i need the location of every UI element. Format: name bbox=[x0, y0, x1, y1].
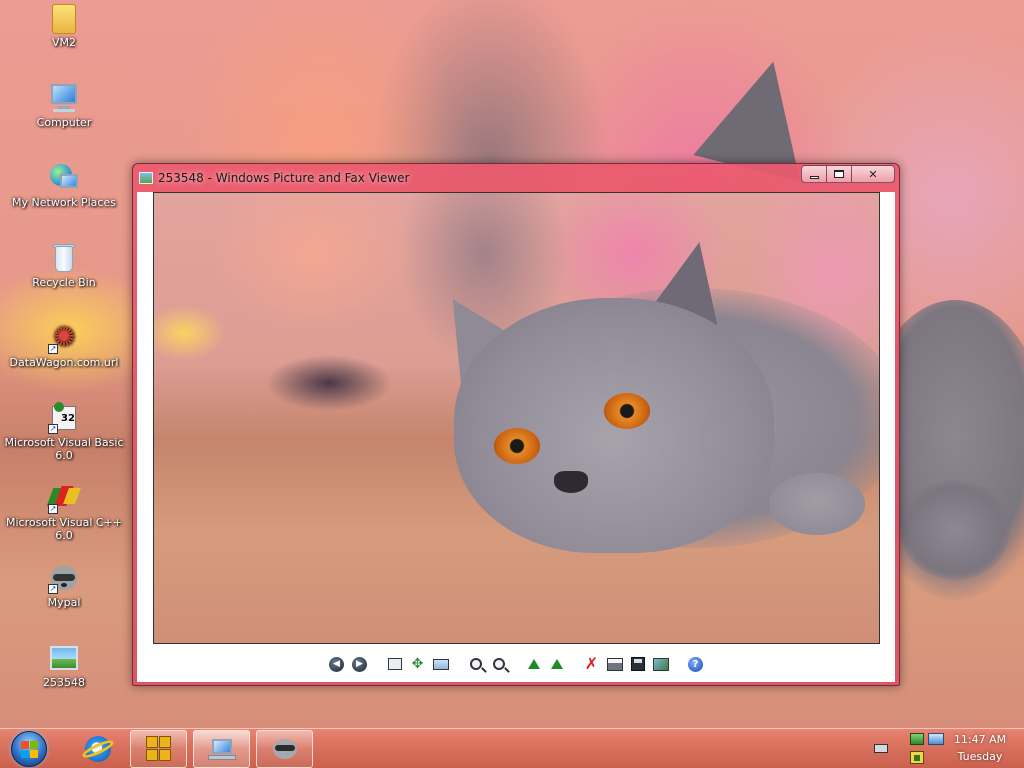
viewer-toolbar: ◀ ▶ ✥ ✗ ? bbox=[137, 652, 895, 676]
recycle-bin-icon bbox=[48, 242, 80, 274]
wallpaper-cat-paw bbox=[900, 480, 1010, 580]
clock-day: Tuesday bbox=[957, 750, 1003, 763]
computer-icon bbox=[48, 82, 80, 114]
desktop: VM2 Computer My Network Places Recycle B… bbox=[0, 0, 1024, 728]
slide-show-button[interactable] bbox=[432, 655, 450, 673]
image-cat-eye-left bbox=[494, 428, 540, 464]
delete-icon: ✗ bbox=[584, 654, 599, 673]
help-button[interactable]: ? bbox=[687, 655, 705, 673]
action-center-icon[interactable] bbox=[910, 751, 924, 764]
maximize-button[interactable] bbox=[826, 165, 851, 183]
picture-file-icon bbox=[48, 642, 80, 674]
visual-cpp-icon: ↗ bbox=[46, 482, 81, 514]
window-title: 253548 - Windows Picture and Fax Viewer bbox=[158, 171, 410, 185]
previous-image-button[interactable]: ◀ bbox=[328, 655, 346, 673]
task-button-mypal[interactable] bbox=[256, 730, 313, 768]
desktop-icon-253548[interactable]: 253548 bbox=[2, 642, 126, 689]
start-button[interactable] bbox=[11, 731, 47, 767]
zoom-in-button[interactable] bbox=[467, 655, 485, 673]
minimize-icon bbox=[809, 175, 819, 179]
desktop-icon-visual-cpp[interactable]: ↗ Microsoft Visual C++ 6.0 bbox=[2, 482, 126, 542]
vmware-icon bbox=[145, 736, 172, 762]
image-cat-paw bbox=[769, 473, 865, 535]
print-button[interactable] bbox=[606, 655, 624, 673]
slide-show-icon bbox=[432, 658, 449, 670]
delete-button[interactable]: ✗ bbox=[583, 655, 601, 673]
desktop-icon-mypal[interactable]: ↗ Mypal bbox=[2, 562, 126, 609]
display-icon[interactable] bbox=[928, 733, 944, 745]
edit-image-icon bbox=[652, 657, 669, 671]
keyboard-icon[interactable] bbox=[874, 744, 888, 753]
viewer-client-area: ◀ ▶ ✥ ✗ ? bbox=[137, 192, 895, 682]
next-icon: ▶ bbox=[352, 656, 367, 672]
zoom-out-icon bbox=[492, 658, 505, 670]
network-places-icon bbox=[48, 162, 80, 194]
desktop-icon-label: My Network Places bbox=[12, 196, 116, 209]
desktop-icon-visual-basic[interactable]: 32 ↗ Microsoft Visual Basic 6.0 bbox=[2, 402, 126, 462]
image-cat-eye-right bbox=[604, 393, 650, 429]
internet-explorer-icon bbox=[80, 736, 116, 762]
desktop-icon-label: Mypal bbox=[47, 596, 81, 609]
desktop-icon-label: Recycle Bin bbox=[32, 276, 96, 289]
picture-viewer-icon bbox=[139, 171, 153, 185]
actual-size-icon: ✥ bbox=[411, 656, 424, 672]
desktop-icon-recycle-bin[interactable]: Recycle Bin bbox=[2, 242, 126, 289]
rotate-counterclockwise-button[interactable] bbox=[548, 655, 566, 673]
computer-icon bbox=[207, 737, 236, 761]
displayed-image[interactable] bbox=[153, 192, 880, 644]
wallpaper-cat-ear bbox=[693, 48, 827, 182]
close-button[interactable]: ✕ bbox=[851, 165, 895, 183]
desktop-icon-label: DataWagon.com.url bbox=[9, 356, 119, 369]
desktop-icon-vm2[interactable]: VM2 bbox=[2, 4, 126, 49]
best-fit-icon bbox=[387, 658, 402, 670]
desktop-icon-label: Computer bbox=[36, 116, 92, 129]
visual-basic-icon: 32 ↗ bbox=[48, 402, 80, 434]
picture-viewer-window[interactable]: 253548 - Windows Picture and Fax Viewer … bbox=[132, 163, 900, 686]
close-icon: ✕ bbox=[868, 167, 878, 181]
zoom-in-icon bbox=[469, 658, 482, 670]
actual-size-button[interactable]: ✥ bbox=[409, 655, 427, 673]
desktop-icon-label: Microsoft Visual Basic 6.0 bbox=[4, 436, 124, 462]
task-button-vmware[interactable] bbox=[130, 730, 187, 768]
taskbar: 11:47 AM Tuesday bbox=[0, 728, 1024, 768]
desktop-icon-label: 253548 bbox=[43, 676, 85, 689]
clock[interactable]: 11:47 AM Tuesday bbox=[944, 731, 1016, 765]
zoom-out-button[interactable] bbox=[490, 655, 508, 673]
help-icon: ? bbox=[688, 656, 703, 672]
raccoon-icon bbox=[272, 737, 298, 761]
maximize-icon bbox=[834, 170, 844, 178]
copy-to-button[interactable] bbox=[629, 655, 647, 673]
windows-logo-icon bbox=[21, 741, 39, 759]
network-icon[interactable] bbox=[910, 733, 924, 745]
folder-icon bbox=[52, 4, 76, 34]
window-titlebar[interactable]: 253548 - Windows Picture and Fax Viewer … bbox=[133, 164, 899, 192]
rotate-counterclockwise-icon bbox=[550, 659, 563, 669]
save-icon bbox=[630, 657, 645, 671]
clock-time: 11:47 AM bbox=[953, 733, 1007, 746]
raccoon-icon: ↗ bbox=[48, 562, 80, 594]
rotate-clockwise-icon bbox=[527, 659, 540, 669]
best-fit-button[interactable] bbox=[386, 655, 404, 673]
desktop-icon-label: VM2 bbox=[51, 36, 76, 49]
rotate-clockwise-button[interactable] bbox=[525, 655, 543, 673]
desktop-icon-datawagon[interactable]: ✺ ↗ DataWagon.com.url bbox=[2, 320, 126, 370]
printer-icon bbox=[606, 657, 623, 671]
image-cat-nose bbox=[554, 471, 588, 493]
task-button-picture-viewer[interactable] bbox=[193, 730, 250, 768]
edit-button[interactable] bbox=[652, 655, 670, 673]
desktop-icon-network-places[interactable]: My Network Places bbox=[2, 162, 126, 209]
desktop-icon-computer[interactable]: Computer bbox=[2, 82, 126, 129]
internet-explorer-pinned-button[interactable] bbox=[70, 730, 126, 768]
window-controls: ✕ bbox=[801, 165, 895, 183]
previous-icon: ◀ bbox=[329, 656, 344, 672]
minimize-button[interactable] bbox=[801, 165, 826, 183]
web-shortcut-icon: ✺ ↗ bbox=[48, 320, 76, 354]
next-image-button[interactable]: ▶ bbox=[351, 655, 369, 673]
desktop-icon-label: Microsoft Visual C++ 6.0 bbox=[5, 516, 122, 542]
